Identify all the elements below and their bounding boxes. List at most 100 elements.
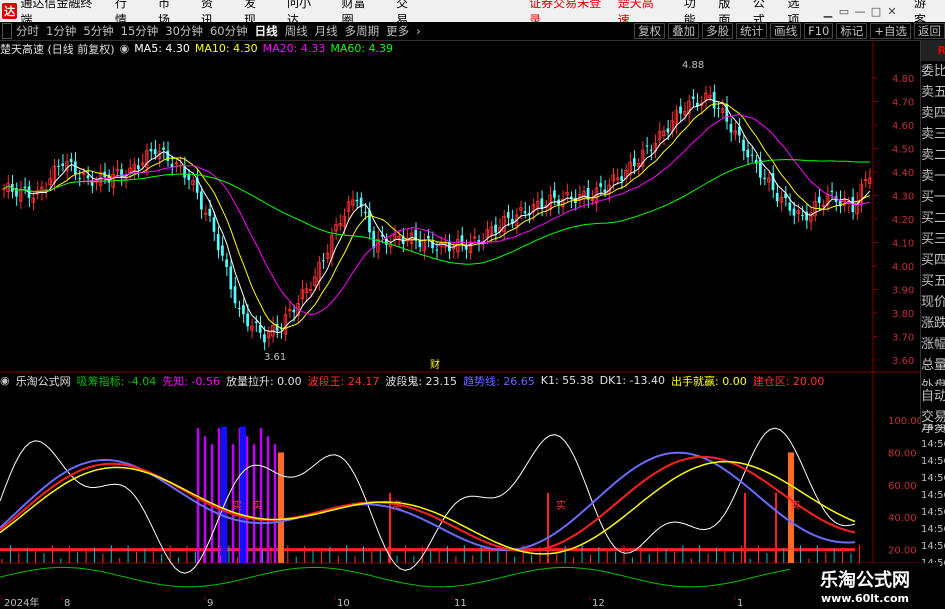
- candle-body: [666, 128, 670, 133]
- sidebar-maier[interactable]: 卖二: [921, 145, 945, 166]
- candle-body: [368, 210, 371, 233]
- signal-text: 实: [790, 499, 800, 512]
- candle-body: [603, 189, 607, 193]
- candle-body: [691, 96, 695, 99]
- sidebar-weibi[interactable]: 委比: [921, 61, 945, 82]
- ma5-label: MA5: 4.30: [134, 42, 190, 55]
- candle-body: [200, 191, 203, 210]
- stock-name-label: 楚天高速 (日线 前复权): [0, 42, 115, 56]
- candle-body: [242, 305, 245, 315]
- candle-body: [292, 309, 296, 313]
- candle-body: [57, 165, 60, 167]
- candle-body: [788, 202, 792, 211]
- candle-body: [742, 139, 745, 151]
- candles: [2, 84, 872, 351]
- candle-body: [229, 266, 233, 290]
- candle-body: [523, 211, 527, 214]
- ma-line-20: [3, 114, 871, 316]
- candle-body: [792, 208, 796, 216]
- candle-body: [73, 161, 77, 175]
- signal-bar-blue: [240, 426, 246, 563]
- price-tick-label: 3.90: [892, 286, 914, 297]
- time-axis-label: 14:56: [921, 456, 945, 467]
- candle-body: [212, 217, 216, 232]
- date-label: 11: [454, 598, 467, 609]
- signal-text: 实: [556, 499, 566, 512]
- candle-body: [263, 334, 266, 343]
- high-price-label: 4.88: [682, 60, 704, 71]
- indicator-qushixian: 趋势线: 26.65: [463, 374, 535, 388]
- time-axis-label: 14:56: [921, 524, 945, 535]
- candle-body: [221, 245, 224, 256]
- indicator-fangliang: 放量拉升: 0.00: [225, 374, 302, 388]
- indicator-boduangui: 波段鬼: 23.15: [385, 374, 458, 388]
- candle-body: [645, 145, 649, 147]
- candle-body: [435, 249, 439, 251]
- ma60-label: MA60: 4.39: [330, 42, 394, 55]
- sidebar-buy2[interactable]: 买二: [921, 208, 945, 229]
- signal-text: 实: [392, 499, 402, 512]
- chushou-line: [0, 460, 856, 555]
- sidebar-maiwu[interactable]: 卖五: [921, 82, 945, 103]
- sidebar-xianjia[interactable]: 现价: [921, 292, 945, 313]
- sidebar-maisan[interactable]: 卖三: [921, 124, 945, 145]
- sidebar-zhangfu[interactable]: 涨幅: [921, 334, 945, 355]
- candle-body: [729, 123, 733, 133]
- candle-body: [418, 240, 422, 248]
- candle-body: [716, 107, 720, 109]
- sidebar-buy4[interactable]: 买四: [921, 250, 945, 271]
- candle-body: [61, 163, 65, 166]
- settings-circle-icon[interactable]: ◉: [0, 374, 10, 387]
- sidebar-buy1[interactable]: 买一: [921, 187, 945, 208]
- indicator-name[interactable]: 乐淘公式网: [16, 373, 71, 389]
- settings-circle-icon[interactable]: ◉: [120, 42, 130, 55]
- quote-sidebar: R 委比 卖五 卖四 卖三 卖二 卖一 买一 买二 买三 买四 买五 现价 涨跌…: [920, 40, 945, 436]
- indicator-tick-label: 40.00: [888, 513, 917, 524]
- sidebar-lower: 自动 交易: [920, 386, 945, 425]
- date-label: 2024年: [4, 596, 39, 609]
- date-label: 8: [64, 598, 70, 609]
- sidebar-zhangdie[interactable]: 涨跌: [921, 313, 945, 334]
- time-axis-label: 14:56: [921, 439, 945, 450]
- kline-chart[interactable]: 4.80 4.70 4.60 4.50 4.40 4.30 4.20 4.10 4.00 3.90…: [0, 0, 945, 609]
- watermark-title: 乐淘公式网: [820, 570, 910, 591]
- chart-grid: [0, 40, 920, 596]
- sidebar-maiyi[interactable]: 卖一: [921, 166, 945, 187]
- sidebar-maisi[interactable]: 卖四: [921, 103, 945, 124]
- candle-body: [477, 240, 481, 243]
- candle-body: [162, 147, 165, 150]
- orange-bar: [278, 452, 284, 563]
- sidebar-badge[interactable]: R: [921, 40, 945, 61]
- candle-body: [763, 177, 766, 179]
- price-tick-label: 4.30: [892, 192, 914, 203]
- date-axis: 2024年 8 9 10 11 12 1: [1, 596, 743, 609]
- candle-body: [632, 158, 636, 167]
- qushi-line: [0, 451, 856, 552]
- price-axis: 4.80 4.70 4.60 4.50 4.40 4.30 4.20 4.10 4.00 3.90…: [873, 74, 914, 367]
- date-label: 9: [207, 598, 213, 609]
- candle-body: [153, 149, 157, 155]
- time-axis-label: 14:56: [921, 473, 945, 484]
- candle-body: [599, 183, 603, 187]
- candle-body: [830, 190, 834, 192]
- indicator-chushou: 出手就赢: 0.00: [671, 374, 747, 388]
- price-tick-label: 4.10: [892, 239, 914, 250]
- candle-body: [149, 148, 153, 152]
- price-tick-label: 3.80: [892, 309, 914, 320]
- price-tick-label: 4.40: [892, 168, 914, 179]
- sidebar-buy3[interactable]: 买三: [921, 229, 945, 250]
- candle-body: [237, 307, 241, 309]
- time-axis-label: 14:56: [921, 541, 945, 552]
- sidebar-buy5[interactable]: 买五: [921, 271, 945, 292]
- sidebar-zongliang[interactable]: 总量: [921, 355, 945, 376]
- price-tick-label: 4.60: [892, 121, 914, 132]
- candle-body: [746, 149, 750, 158]
- candle-body: [649, 149, 653, 151]
- price-tick-label: 3.60: [892, 356, 914, 367]
- candle-body: [86, 175, 90, 179]
- sidebar-jiaoyi[interactable]: 交易: [921, 407, 945, 428]
- signal-text: 实: [252, 499, 262, 512]
- candle-body: [363, 211, 367, 214]
- candle-body: [78, 178, 81, 180]
- sidebar-zidong[interactable]: 自动: [921, 386, 945, 407]
